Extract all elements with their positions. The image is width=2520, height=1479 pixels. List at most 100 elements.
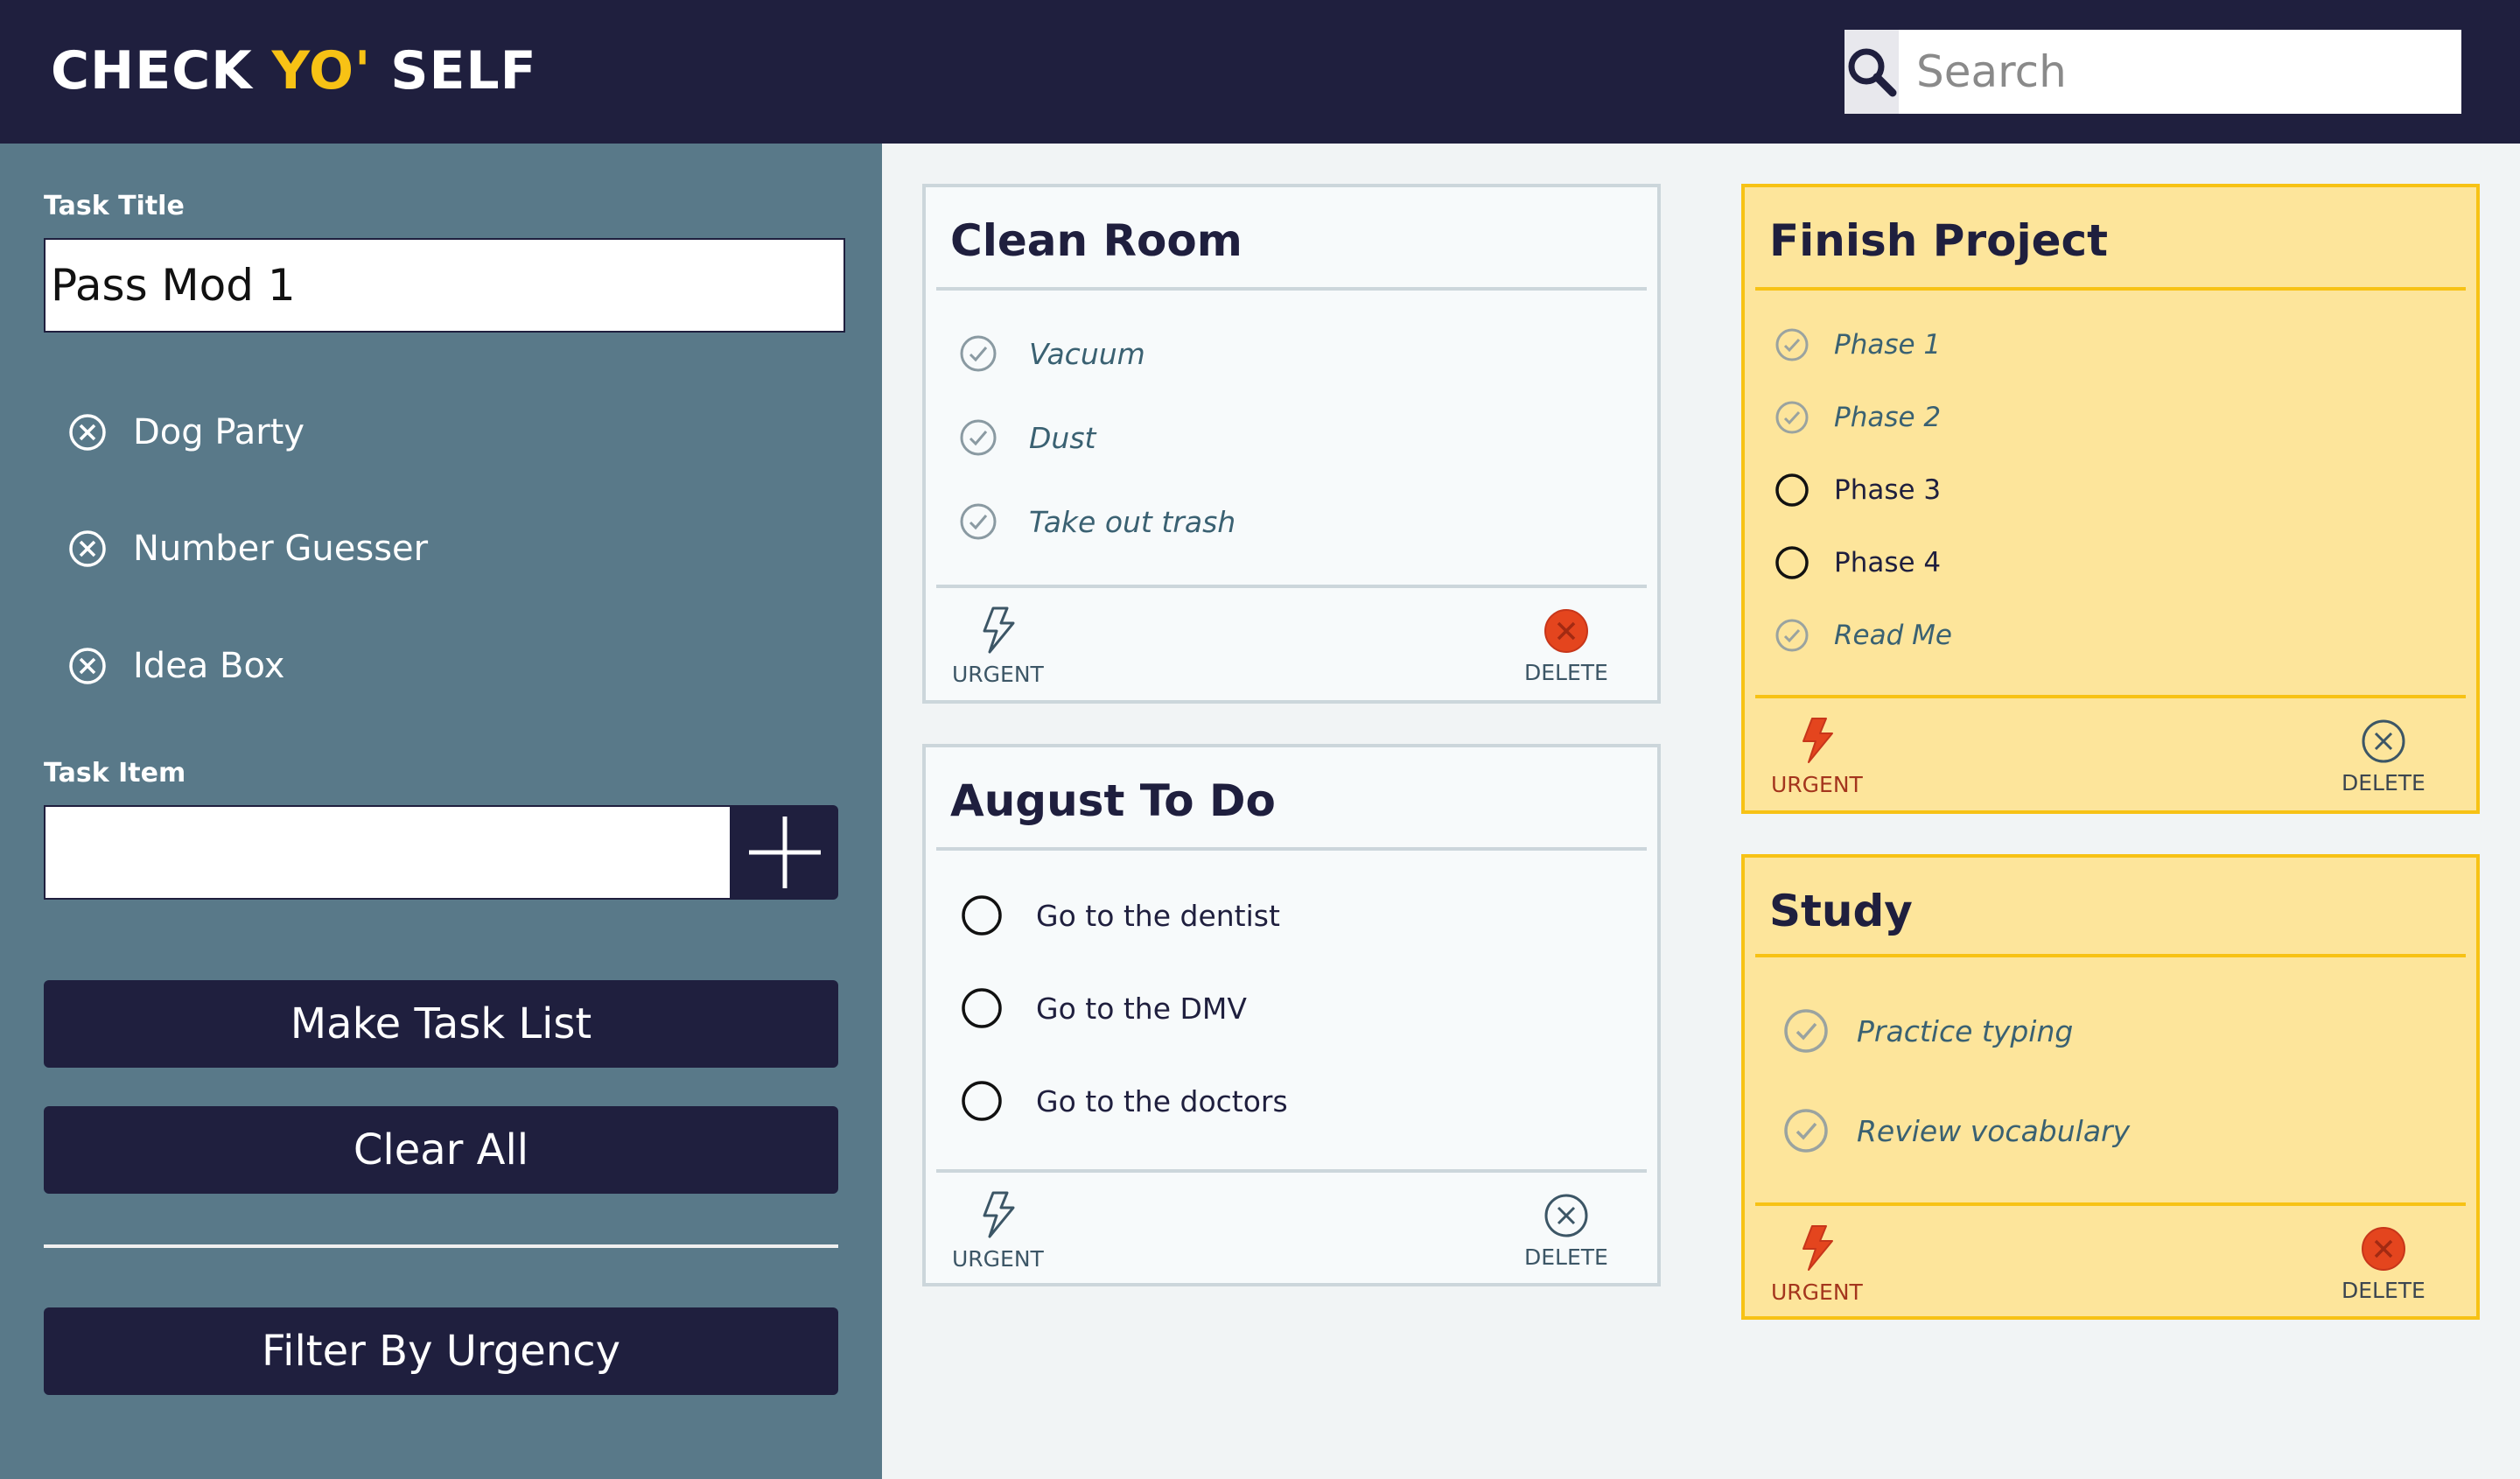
card-title: August To Do [950, 775, 1276, 826]
remove-item-icon[interactable] [68, 529, 107, 568]
task-card: August To Do Go to the dentist Go to the… [922, 744, 1661, 1286]
unchecked-circle-icon[interactable] [961, 987, 1003, 1029]
task-text: Vacuum [1029, 336, 1145, 371]
unchecked-circle-icon[interactable] [961, 894, 1003, 936]
checked-circle-icon[interactable] [959, 502, 998, 541]
checked-circle-icon[interactable] [1783, 1108, 1829, 1153]
task-text: Read Me [1834, 620, 1952, 651]
lightning-bolt-icon [983, 1191, 1015, 1238]
task-item[interactable]: Go to the dentist [961, 894, 1280, 936]
search-input[interactable] [1899, 30, 2461, 114]
card-divider [936, 287, 1647, 291]
task-item[interactable]: Dust [959, 418, 1096, 457]
task-item[interactable]: Read Me [1774, 618, 1952, 653]
draft-item-label: Number Guesser [133, 529, 429, 569]
logo-text-check: CHECK [51, 40, 272, 102]
task-item[interactable]: Practice typing [1783, 1008, 2073, 1054]
card-divider [936, 585, 1647, 588]
task-text: Take out trash [1029, 504, 1236, 539]
checked-circle-icon[interactable] [1774, 400, 1810, 435]
unchecked-circle-icon[interactable] [1774, 545, 1810, 580]
draft-item-label: Dog Party [133, 412, 305, 452]
card-divider [936, 847, 1647, 851]
logo-text-yo: YO' [271, 40, 372, 102]
urgent-label: URGENT [952, 662, 1044, 687]
card-title: Study [1769, 886, 1913, 936]
lightning-bolt-icon [1802, 718, 1834, 763]
sidebar-divider [44, 1244, 838, 1248]
urgent-label: URGENT [952, 1246, 1044, 1272]
delete-button[interactable]: DELETE [1524, 1192, 1608, 1270]
checked-circle-icon[interactable] [1783, 1008, 1829, 1054]
task-text: Phase 3 [1834, 474, 1942, 506]
urgent-button[interactable]: URGENT [1771, 1223, 1863, 1305]
unchecked-circle-icon[interactable] [1774, 473, 1810, 508]
delete-icon [1544, 1194, 1588, 1237]
task-item-label: Task Item [44, 758, 186, 789]
task-item[interactable]: Take out trash [959, 502, 1236, 541]
delete-icon [2362, 719, 2405, 763]
delete-label: DELETE [1524, 1244, 1608, 1270]
task-text: Phase 4 [1834, 547, 1942, 578]
draft-item: Dog Party [68, 412, 304, 452]
card-title: Clean Room [950, 215, 1242, 266]
unchecked-circle-icon[interactable] [961, 1080, 1003, 1122]
card-title: Finish Project [1769, 215, 2109, 266]
app-logo: CHECK YO' SELF [51, 40, 537, 102]
checked-circle-icon[interactable] [959, 334, 998, 373]
task-text: Dust [1029, 420, 1096, 455]
filter-by-urgency-button[interactable]: Filter By Urgency [44, 1307, 838, 1395]
task-card: Clean Room Vacuum Dust Take out trash UR… [922, 184, 1661, 704]
clear-all-button[interactable]: Clear All [44, 1106, 838, 1194]
urgent-button[interactable]: URGENT [952, 606, 1044, 687]
card-divider [1755, 695, 2466, 698]
delete-button[interactable]: DELETE [2342, 1225, 2426, 1303]
delete-label: DELETE [2342, 1278, 2426, 1303]
checked-circle-icon[interactable] [959, 418, 998, 457]
search-bar [1844, 30, 2461, 114]
task-card-urgent: Finish Project Phase 1 Phase 2 Phase 3 P… [1741, 184, 2480, 814]
delete-button[interactable]: DELETE [2342, 718, 2426, 796]
delete-label: DELETE [2342, 770, 2426, 796]
sidebar: Task Title Dog Party Number Guesser Idea… [0, 144, 882, 1479]
task-item[interactable]: Phase 2 [1774, 400, 1941, 435]
search-icon [1848, 48, 1897, 97]
task-text: Go to the doctors [1036, 1083, 1288, 1118]
task-title-label: Task Title [44, 191, 185, 221]
delete-button[interactable]: DELETE [1524, 607, 1608, 685]
card-divider [1755, 287, 2466, 291]
delete-icon [2361, 1227, 2405, 1271]
delete-label: DELETE [1524, 660, 1608, 685]
remove-item-icon[interactable] [68, 647, 107, 685]
remove-item-icon[interactable] [68, 413, 107, 452]
task-item-input[interactable] [44, 805, 732, 900]
urgent-button[interactable]: URGENT [1771, 716, 1863, 797]
task-item[interactable]: Go to the DMV [961, 987, 1247, 1029]
delete-icon [1544, 609, 1588, 653]
urgent-button[interactable]: URGENT [952, 1190, 1044, 1272]
checked-circle-icon[interactable] [1774, 327, 1810, 362]
urgent-label: URGENT [1771, 1279, 1863, 1305]
task-item[interactable]: Phase 1 [1774, 327, 1941, 362]
task-item[interactable]: Go to the doctors [961, 1080, 1288, 1122]
task-title-input[interactable] [44, 238, 845, 333]
checked-circle-icon[interactable] [1774, 618, 1810, 653]
draft-item-label: Idea Box [133, 646, 285, 686]
task-text: Phase 1 [1834, 329, 1942, 361]
card-divider [1755, 1202, 2466, 1206]
app-header: CHECK YO' SELF [0, 0, 2520, 144]
task-text: Go to the dentist [1036, 898, 1280, 933]
task-item[interactable]: Phase 3 [1774, 473, 1941, 508]
task-text: Practice typing [1857, 1013, 2074, 1048]
task-item[interactable]: Vacuum [959, 334, 1145, 373]
task-text: Review vocabulary [1857, 1113, 2131, 1148]
add-item-button[interactable] [732, 805, 838, 900]
logo-text-self: SELF [371, 40, 537, 102]
lightning-bolt-icon [1802, 1225, 1834, 1271]
card-divider [936, 1169, 1647, 1173]
make-task-list-button[interactable]: Make Task List [44, 980, 838, 1068]
search-button[interactable] [1844, 30, 1899, 114]
draft-item: Idea Box [68, 646, 284, 686]
task-item[interactable]: Review vocabulary [1783, 1108, 2130, 1153]
task-item[interactable]: Phase 4 [1774, 545, 1941, 580]
